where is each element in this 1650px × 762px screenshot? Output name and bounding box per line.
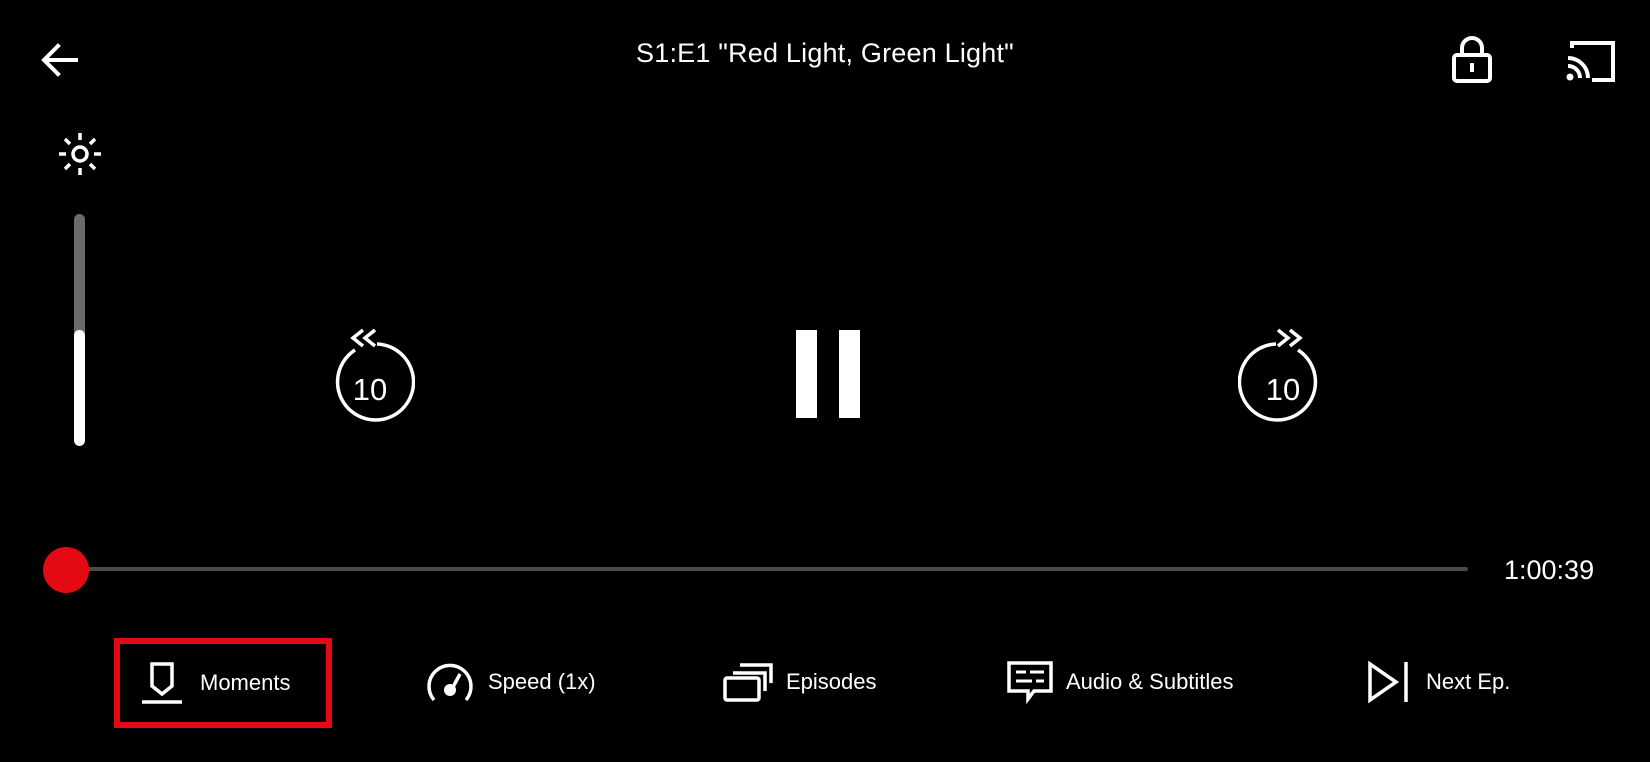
next-episode-label: Next Ep. xyxy=(1426,669,1511,694)
speed-button[interactable]: Speed (1x) xyxy=(424,657,596,707)
pause-button[interactable] xyxy=(786,326,870,422)
rewind-10-button[interactable]: 10 xyxy=(325,322,415,422)
rewind-seconds-label: 10 xyxy=(352,372,388,407)
pause-icon xyxy=(796,330,860,418)
speedometer-icon xyxy=(427,663,473,702)
cast-icon xyxy=(1566,41,1615,82)
brightness-slider[interactable] xyxy=(74,214,85,446)
brightness-slider-fill xyxy=(74,330,85,446)
forward-10-button[interactable]: 10 xyxy=(1238,322,1328,422)
lock-icon xyxy=(1452,36,1492,83)
progress-scrubber[interactable] xyxy=(43,547,89,593)
episode-title: S1:E1 "Red Light, Green Light" xyxy=(636,38,1014,68)
subtitles-icon xyxy=(1007,661,1053,705)
progress-bar[interactable] xyxy=(66,567,1468,571)
speed-label: Speed (1x) xyxy=(488,669,596,694)
bookmark-moment-icon xyxy=(142,662,182,704)
lock-screen-button[interactable] xyxy=(1448,34,1496,84)
moments-label: Moments xyxy=(200,670,291,695)
forward-seconds-label: 10 xyxy=(1265,372,1301,407)
next-episode-button[interactable]: Next Ep. xyxy=(1366,657,1510,707)
cast-button[interactable] xyxy=(1562,38,1618,84)
episodes-button[interactable]: Episodes xyxy=(722,657,877,707)
episodes-icon xyxy=(723,663,773,702)
brightness-icon xyxy=(57,131,103,177)
moments-button[interactable]: Moments xyxy=(114,638,332,728)
audio-subtitles-label: Audio & Subtitles xyxy=(1066,669,1234,694)
time-remaining: 1:00:39 xyxy=(1504,555,1595,585)
video-player[interactable]: S1:E1 "Red Light, Green Light" 10 10 1:0… xyxy=(0,0,1650,762)
episodes-label: Episodes xyxy=(786,669,877,694)
next-episode-icon xyxy=(1368,660,1408,704)
audio-subtitles-button[interactable]: Audio & Subtitles xyxy=(1006,657,1234,707)
